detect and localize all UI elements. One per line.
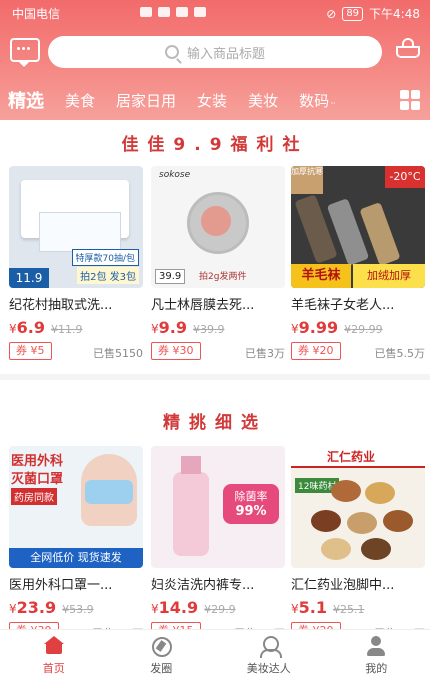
tab-women[interactable]: 女装 — [197, 90, 227, 111]
search-placeholder: 输入商品标题 — [186, 46, 265, 62]
thumb-tag: 拍2包 发3包 — [77, 267, 139, 284]
search-icon — [164, 45, 179, 59]
sold-count: 已售5150 — [93, 347, 143, 360]
product-card[interactable]: 医用外科 灭菌口罩 药房同款 全网低价 现货速发 医用外科口罩一... ¥23.… — [9, 446, 143, 640]
product-price: ¥9.9 ¥39.9 — [151, 318, 225, 337]
nav-moments[interactable]: 发圈 — [108, 630, 216, 680]
notification-icon — [176, 7, 188, 17]
product-name: 汇仁药业泡脚中... — [291, 578, 395, 593]
message-icon[interactable] — [10, 38, 40, 67]
thumb-tag: 拍2g发两件 — [199, 272, 247, 282]
product-image: sokose 39.9 拍2g发两件 — [151, 166, 285, 288]
mute-icon: ⊘ — [326, 6, 337, 21]
sold-count: 已售5.5万 — [374, 347, 426, 360]
coupon-badge[interactable]: 券 ¥20 — [291, 342, 341, 360]
tab-featured[interactable]: 精选 — [8, 87, 44, 113]
notification-icon — [194, 7, 206, 17]
search-input[interactable]: 输入商品标题 — [48, 36, 382, 68]
nav-home[interactable]: 首页 — [0, 630, 108, 680]
battery-icon: 89 — [342, 6, 364, 21]
tab-beauty[interactable]: 美妆 — [248, 90, 278, 111]
product-image: 汇仁药业 12味药材 — [291, 446, 425, 568]
product-price: ¥6.9 ¥11.9 — [9, 318, 83, 337]
nav-profile[interactable]: 我的 — [323, 630, 430, 680]
product-name: 医用外科口罩一... — [9, 578, 113, 593]
nav-beauty-expert[interactable]: 美妆达人 — [215, 630, 323, 680]
product-card[interactable]: 加厚抗寒 -20°C 羊毛袜 加绒加厚 羊毛袜子女老人... ¥9.99 ¥29.… — [291, 166, 425, 366]
nav-label: 美妆达人 — [246, 662, 291, 675]
product-card[interactable]: 除菌率 99% 妇炎洁洗内裤专... ¥14.9¥29.9 券 ¥15 已售4.… — [151, 446, 285, 640]
sold-count: 已售3万 — [245, 347, 285, 360]
coupon-badge[interactable]: 券 ¥5 — [9, 342, 52, 360]
product-image: 除菌率 99% — [151, 446, 285, 568]
status-bar: 中国电信 ⊘ 89 下午4:48 — [0, 0, 430, 26]
compass-icon — [151, 636, 173, 657]
carrier-label: 中国电信 — [12, 7, 61, 21]
section-title: 佳佳9.9福利社 — [121, 135, 309, 155]
expert-icon — [259, 636, 282, 658]
nav-label: 发圈 — [150, 662, 173, 675]
product-image: 加厚抗寒 -20°C 羊毛袜 加绒加厚 — [291, 166, 425, 288]
section-welfare: 佳佳9.9福利社 11.9 特厚款70抽/包 拍2包 发3包 纪花村抽取式洗..… — [0, 120, 430, 374]
product-name: 妇炎洁洗内裤专... — [151, 578, 255, 593]
product-card[interactable]: sokose 39.9 拍2g发两件 凡士林唇膜去死... ¥9.9 ¥39.9 … — [151, 166, 285, 366]
product-price: ¥9.99 ¥29.99 — [291, 318, 383, 337]
product-price: ¥5.1 ¥25.1 — [291, 598, 365, 617]
basket-icon[interactable] — [396, 38, 420, 58]
tab-home[interactable]: 居家日用 — [116, 90, 176, 111]
product-card[interactable]: 11.9 特厚款70抽/包 拍2包 发3包 纪花村抽取式洗... ¥6.9 ¥11… — [9, 166, 143, 366]
tab-digital[interactable]: 数码 — [299, 90, 335, 111]
clock: 下午4:48 — [369, 7, 420, 21]
thumb-tag: 特厚款70抽/包 — [71, 249, 139, 266]
product-card[interactable]: 汇仁药业 12味药材 汇仁药业泡脚中... ¥5.1¥25.1 券 ¥20 已售… — [291, 446, 425, 640]
home-icon — [43, 636, 64, 656]
category-grid-icon[interactable] — [400, 90, 420, 110]
product-image: 医用外科 灭菌口罩 药房同款 全网低价 现货速发 — [9, 446, 143, 568]
product-image: 11.9 特厚款70抽/包 拍2包 发3包 — [9, 166, 143, 288]
thumb-price: 11.9 — [9, 268, 49, 288]
section-title: 精挑细选 — [163, 413, 267, 433]
coupon-badge[interactable]: 券 ¥30 — [151, 342, 201, 360]
category-tabs: 精选 美食 居家日用 女装 美妆 数码 — [0, 84, 430, 116]
section-selected: 精挑细选 医用外科 灭菌口罩 药房同款 全网低价 现货速发 医用外科口罩一...… — [0, 380, 430, 640]
notification-icon — [158, 7, 170, 17]
product-name: 纪花村抽取式洗... — [9, 298, 113, 313]
notification-icon — [140, 7, 152, 17]
nav-label: 首页 — [42, 662, 65, 675]
product-price: ¥14.9 ¥29.9 — [151, 598, 236, 617]
product-name: 凡士林唇膜去死... — [151, 298, 255, 313]
profile-icon — [366, 636, 386, 656]
tab-food[interactable]: 美食 — [65, 90, 95, 111]
bottom-nav: 首页 发圈 美妆达人 我的 — [0, 629, 430, 680]
nav-label: 我的 — [365, 662, 388, 675]
product-price: ¥23.9 ¥53.9 — [9, 598, 94, 617]
header: 中国电信 ⊘ 89 下午4:48 输入商品标题 精选 美食 居家日用 女装 美妆… — [0, 0, 430, 120]
product-name: 羊毛袜子女老人... — [291, 298, 395, 313]
thumb-price: 39.9 — [155, 269, 186, 284]
